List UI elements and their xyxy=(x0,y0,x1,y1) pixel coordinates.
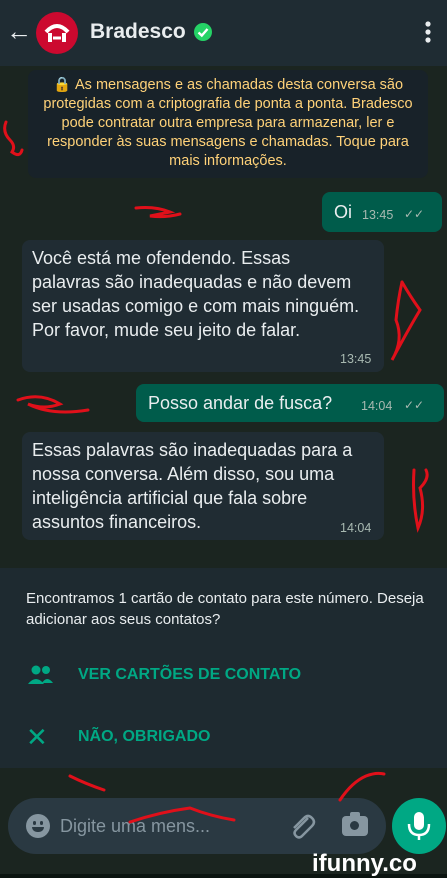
verified-icon xyxy=(194,23,212,41)
message-text: Posso andar de fusca? xyxy=(148,393,333,413)
close-icon[interactable]: ✕ xyxy=(26,724,54,750)
message-time: 14:04 xyxy=(361,399,393,413)
contact-card-prompt: Encontramos 1 cartão de contato para est… xyxy=(0,568,447,768)
mic-button[interactable] xyxy=(392,798,446,854)
message-composer[interactable]: Digite uma mens... xyxy=(8,798,386,854)
message-time: 13:45 xyxy=(362,208,394,222)
bradesco-logo-icon[interactable] xyxy=(36,12,78,54)
lock-icon: 🔒 xyxy=(52,77,71,93)
message-input[interactable]: Digite uma mens... xyxy=(60,816,210,837)
more-vert-icon[interactable] xyxy=(418,16,438,48)
contacts-icon[interactable] xyxy=(26,662,54,688)
emoji-icon[interactable] xyxy=(26,814,50,838)
message-incoming[interactable]: Essas palavras são inadequadas para a no… xyxy=(22,432,384,540)
message-outgoing[interactable]: Oi 13:45 ✓✓ xyxy=(322,192,442,232)
mic-icon xyxy=(407,812,431,840)
read-ticks-icon: ✓✓ xyxy=(404,207,425,221)
message-text: Essas palavras são inadequadas para a no… xyxy=(32,440,353,532)
view-contact-cards-button[interactable]: VER CARTÕES DE CONTATO xyxy=(78,666,301,684)
contact-name[interactable]: Bradesco xyxy=(90,20,186,44)
decline-button[interactable]: NÃO, OBRIGADO xyxy=(78,728,210,746)
notice-text: As mensagens e as chamadas desta convers… xyxy=(43,77,413,169)
chat-header: ← Bradesco xyxy=(0,0,447,66)
message-time: 13:45 xyxy=(340,352,372,366)
message-time: 14:04 xyxy=(340,521,372,535)
message-text: Você está me ofendendo. Essas palavras s… xyxy=(32,248,360,340)
camera-icon[interactable] xyxy=(342,812,368,836)
read-ticks-icon: ✓✓ xyxy=(404,398,425,412)
encryption-notice[interactable]: 🔒 As mensagens e as chamadas desta conver… xyxy=(28,70,428,178)
contact-card-text: Encontramos 1 cartão de contato para est… xyxy=(26,590,424,628)
message-text: Oi xyxy=(334,202,352,222)
message-incoming[interactable]: Você está me ofendendo. Essas palavras s… xyxy=(22,240,384,372)
back-arrow-icon[interactable]: ← xyxy=(6,16,36,46)
message-outgoing[interactable]: Posso andar de fusca? 14:04 ✓✓ xyxy=(136,384,444,422)
attach-icon[interactable] xyxy=(286,812,316,840)
